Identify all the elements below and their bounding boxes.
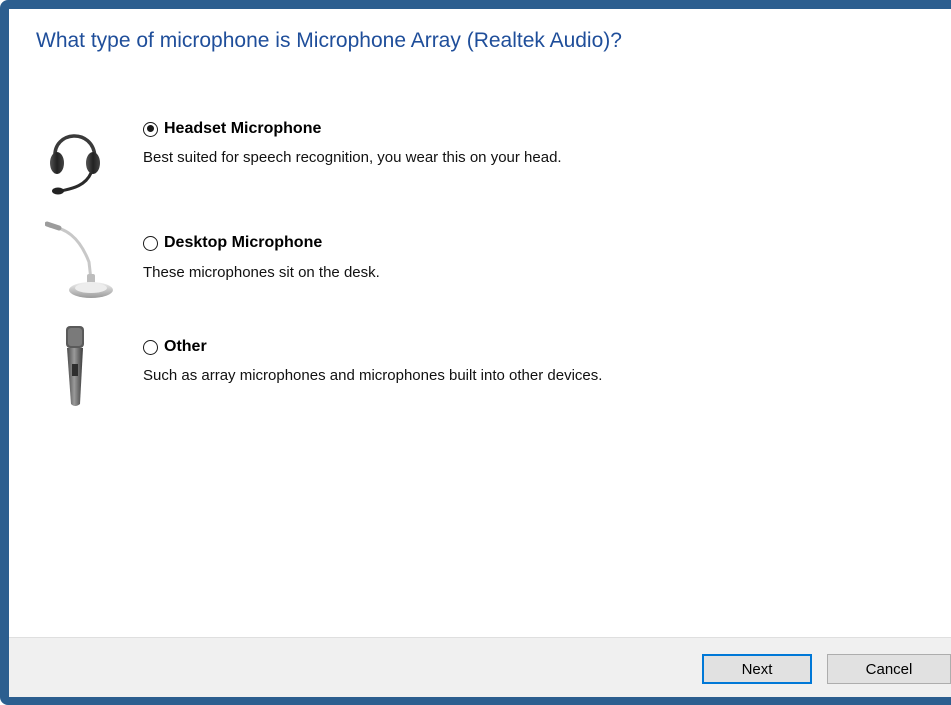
headset-icon	[39, 117, 111, 200]
radio-headset[interactable]: Headset Microphone	[143, 120, 321, 138]
desktop-microphone-icon	[44, 218, 117, 305]
option-description: Best suited for speech recognition, you …	[143, 149, 562, 166]
handheld-microphone-icon	[64, 324, 88, 413]
option-description: These microphones sit on the desk.	[143, 264, 380, 281]
next-button[interactable]: Next	[702, 654, 812, 684]
option-label: Desktop Microphone	[164, 234, 323, 251]
page-title: What type of microphone is Microphone Ar…	[36, 29, 622, 52]
option-description: Such as array microphones and microphone…	[143, 367, 603, 384]
option-label: Other	[164, 338, 207, 355]
radio-desktop[interactable]: Desktop Microphone	[143, 234, 322, 252]
dialog-window: What type of microphone is Microphone Ar…	[9, 9, 951, 697]
radio-button-selected[interactable]	[143, 121, 158, 137]
cancel-button[interactable]: Cancel	[827, 654, 951, 684]
window-frame: What type of microphone is Microphone Ar…	[0, 0, 951, 705]
option-label: Headset Microphone	[164, 120, 322, 137]
dialog-footer: Next Cancel	[9, 637, 951, 697]
radio-other[interactable]: Other	[143, 338, 207, 356]
radio-button[interactable]	[143, 235, 158, 251]
radio-button[interactable]	[143, 339, 158, 355]
